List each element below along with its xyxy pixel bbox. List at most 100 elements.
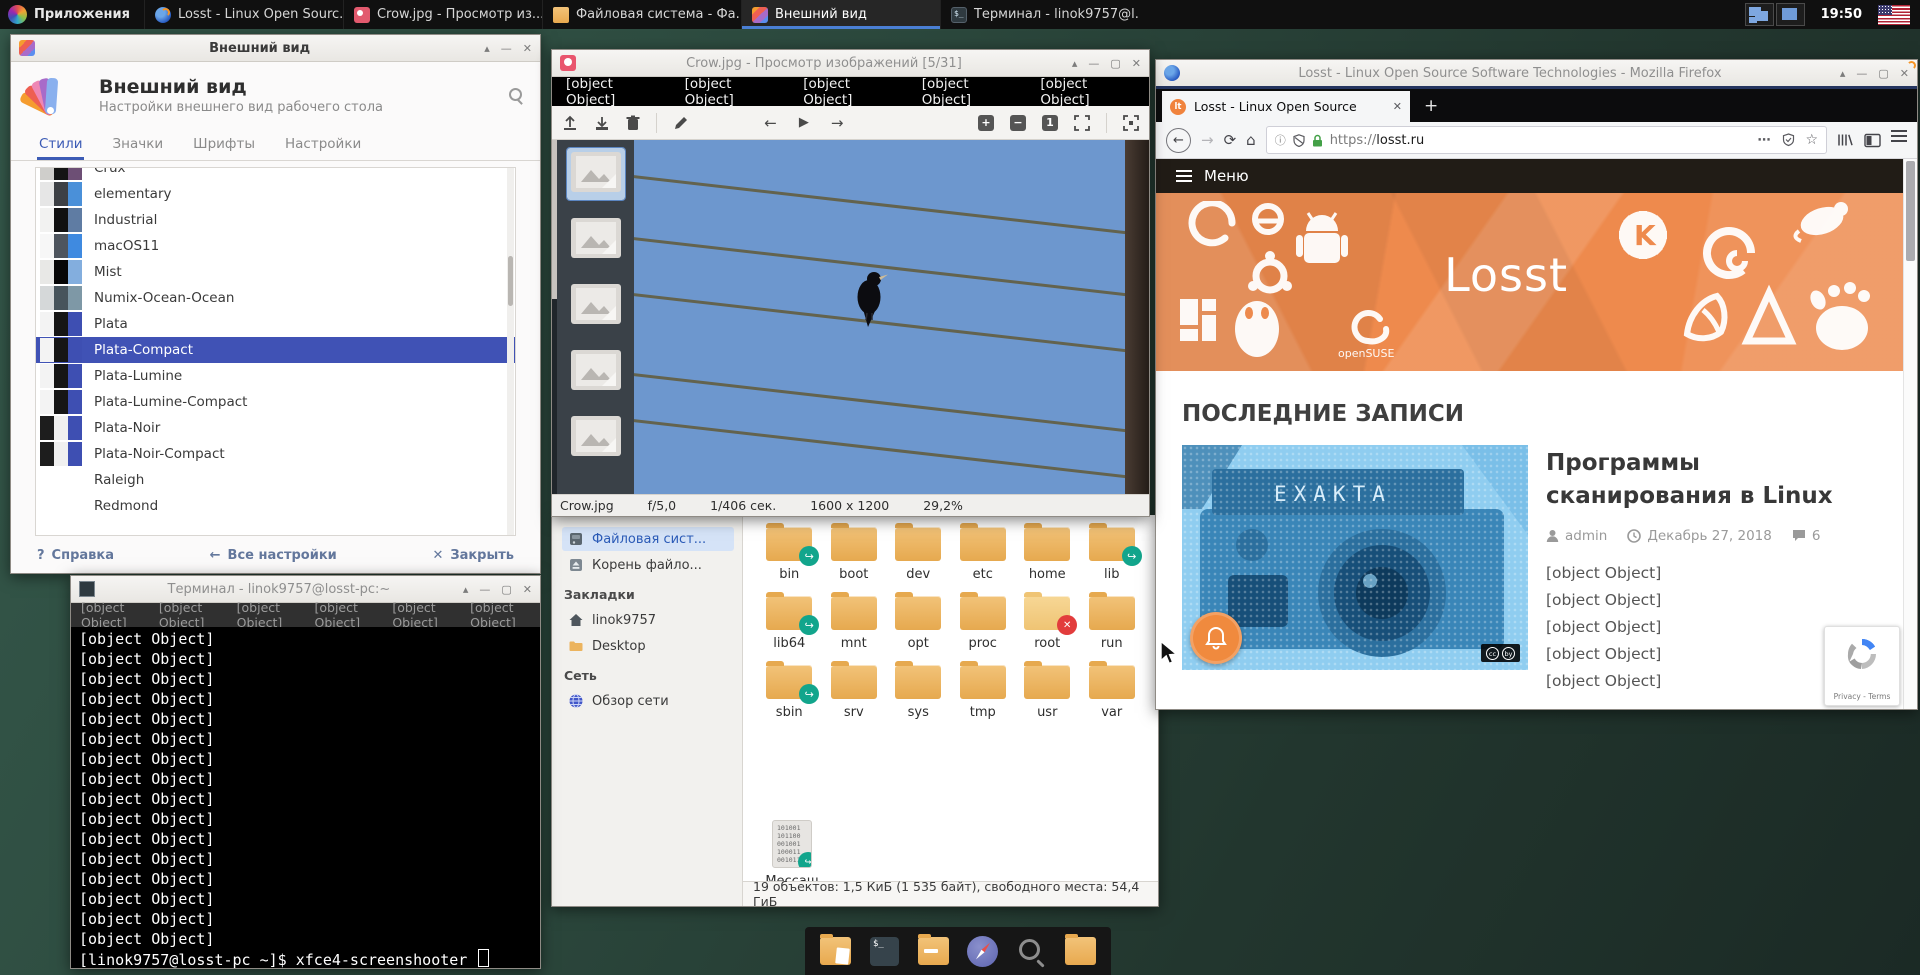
folder-item[interactable]: ↪ ✕ etc: [951, 527, 1016, 582]
article-comments[interactable]: 6: [1792, 528, 1821, 544]
style-list-scrollbar[interactable]: [507, 168, 514, 535]
shade-button[interactable]: ▴: [484, 42, 490, 55]
trash-icon[interactable]: [626, 115, 640, 131]
firefox-titlebar[interactable]: Losst - Linux Open Source Software Techn…: [1156, 60, 1917, 89]
folder-item[interactable]: ↪ ✕ usr: [1015, 665, 1080, 720]
zoom-in-icon[interactable]: +: [978, 115, 994, 131]
style-list-item[interactable]: elementary: [36, 181, 515, 207]
style-list-item[interactable]: Plata-Lumine-Compact: [36, 389, 515, 415]
article-author[interactable]: admin: [1546, 528, 1607, 544]
taskbar-item-crow[interactable]: Crow.jpg - Просмотр из...: [343, 0, 542, 29]
back-button[interactable]: ←: [1166, 128, 1191, 153]
thumbnail-scrollbar[interactable]: [552, 140, 557, 494]
all-settings-button[interactable]: ←Все настройки: [210, 548, 337, 563]
sidebar-toggle-icon[interactable]: [1864, 133, 1881, 148]
tab[interactable]: Стили: [37, 130, 84, 160]
page-scrollbar[interactable]: [1903, 159, 1917, 709]
menu-item[interactable]: [object Object]: [81, 600, 141, 630]
article-title-link[interactable]: Программы сканирования в Linux: [1546, 447, 1891, 514]
maximize-button[interactable]: ▢: [501, 583, 511, 596]
article-thumbnail[interactable]: EXAKTA cc by: [1182, 445, 1528, 670]
binary-file-item[interactable]: 101001101100001001100011001011 ↪ Мессаш: [757, 820, 827, 881]
clock[interactable]: 19:50: [1821, 7, 1862, 22]
slideshow-icon[interactable]: ▶: [799, 115, 809, 130]
viewer-titlebar[interactable]: Crow.jpg - Просмотр изображений [5/31] ▴…: [552, 50, 1149, 77]
workspace-1[interactable]: [1745, 3, 1774, 26]
folder-item[interactable]: ↪ ✕ sys: [886, 665, 951, 720]
shade-button[interactable]: ▴: [463, 583, 469, 596]
zoom-original-icon[interactable]: 1: [1042, 115, 1058, 131]
home-button[interactable]: ⌂: [1246, 131, 1256, 149]
reload-button[interactable]: ⟳: [1224, 131, 1237, 149]
folder-item[interactable]: ↪ ✕ tmp: [951, 665, 1016, 720]
close-window-button[interactable]: ✕Закрыть: [432, 548, 514, 563]
shield-check-icon[interactable]: [1782, 133, 1795, 147]
style-list-item[interactable]: Plata-Compact: [36, 337, 515, 363]
best-fit-icon[interactable]: [1074, 115, 1090, 131]
sidebar-item-home[interactable]: linok9757: [562, 608, 734, 632]
url-bar[interactable]: ⓘ https://losst.ru ⋯ ☆: [1266, 126, 1827, 154]
shade-button[interactable]: ▴: [1072, 57, 1078, 70]
tab[interactable]: Шрифты: [191, 130, 257, 160]
style-list-item[interactable]: Plata-Noir-Compact: [36, 441, 515, 467]
minimize-button[interactable]: —: [1088, 57, 1099, 70]
style-list-item[interactable]: Mist: [36, 259, 515, 285]
url-text[interactable]: https://losst.ru: [1330, 133, 1425, 148]
search-icon[interactable]: [508, 87, 524, 103]
dock-folder-2-icon[interactable]: [1064, 935, 1097, 968]
sidebar-item-desktop[interactable]: Desktop: [562, 634, 734, 658]
menu-item[interactable]: [object Object]: [803, 76, 898, 108]
minimize-button[interactable]: —: [479, 583, 490, 596]
style-list-item[interactable]: Raleigh: [36, 467, 515, 493]
menu-item[interactable]: [object Object]: [159, 600, 219, 630]
dock-folder-icon[interactable]: [917, 935, 950, 968]
menu-item[interactable]: [object Object]: [685, 76, 780, 108]
menu-item[interactable]: [object Object]: [314, 600, 374, 630]
tab[interactable]: Настройки: [283, 130, 363, 160]
maximize-button[interactable]: ▢: [1878, 67, 1888, 80]
menu-item[interactable]: [object Object]: [470, 600, 530, 630]
menu-item[interactable]: [object Object]: [1040, 76, 1135, 108]
sidebar-item-root[interactable]: Корень файло...: [562, 553, 734, 577]
close-button[interactable]: ✕: [523, 42, 532, 55]
zoom-out-icon[interactable]: −: [1010, 115, 1026, 131]
site-menu-bar[interactable]: Меню: [1156, 159, 1917, 193]
tab-close-icon[interactable]: ✕: [1393, 100, 1402, 113]
style-list-item[interactable]: Plata-Noir: [36, 415, 515, 441]
photo-canvas[interactable]: [634, 140, 1149, 494]
minimize-button[interactable]: —: [501, 42, 512, 55]
site-info-icon[interactable]: ⓘ: [1275, 132, 1286, 148]
folder-item[interactable]: ↪ ✕ run: [1080, 596, 1145, 651]
taskbar-item-losst[interactable]: Losst - Linux Open Sourc...: [144, 0, 343, 29]
open-icon[interactable]: [562, 115, 578, 131]
folder-item[interactable]: ↪ ✕ opt: [886, 596, 951, 651]
folder-item[interactable]: ↪ ✕ mnt: [822, 596, 887, 651]
dock-terminal-icon[interactable]: $_: [868, 935, 901, 968]
taskbar-item-filemanager[interactable]: Файловая система - Фа...: [542, 0, 741, 29]
close-button[interactable]: ✕: [523, 583, 532, 596]
menu-item[interactable]: [object Object]: [237, 600, 297, 630]
taskbar-item-terminal[interactable]: $_ Терминал - linok9757@l...: [940, 0, 1139, 29]
style-list-item[interactable]: Industrial: [36, 207, 515, 233]
tab[interactable]: Значки: [110, 130, 165, 160]
thumbnail[interactable]: [567, 214, 625, 266]
menu-item[interactable]: [object Object]: [392, 600, 452, 630]
save-as-icon[interactable]: [594, 115, 610, 131]
folder-item[interactable]: ↪ ✕ var: [1080, 665, 1145, 720]
applications-menu[interactable]: Приложения: [0, 0, 144, 29]
sidebar-item-network[interactable]: Обзор сети: [562, 689, 734, 713]
next-icon[interactable]: →: [831, 114, 844, 132]
sidebar-item-filesystem[interactable]: Файловая сист...: [562, 527, 734, 551]
recaptcha-badge[interactable]: Privacy - Terms: [1824, 626, 1900, 706]
folder-item[interactable]: ↪ ✕ bin: [757, 527, 822, 582]
forward-button[interactable]: →: [1201, 131, 1214, 149]
tracking-shield-icon[interactable]: [1293, 134, 1305, 147]
folder-item[interactable]: ↪ ✕ sbin: [757, 665, 822, 720]
new-tab-button[interactable]: +: [1410, 96, 1452, 116]
minimize-button[interactable]: —: [1856, 67, 1867, 80]
folder-item[interactable]: ↪ ✕ boot: [822, 527, 887, 582]
menu-item[interactable]: [object Object]: [566, 76, 661, 108]
tab-losst[interactable]: lt Losst - Linux Open Source ✕: [1162, 91, 1410, 122]
folder-item[interactable]: ↪ ✕ dev: [886, 527, 951, 582]
dock-browser-icon[interactable]: [966, 935, 999, 968]
